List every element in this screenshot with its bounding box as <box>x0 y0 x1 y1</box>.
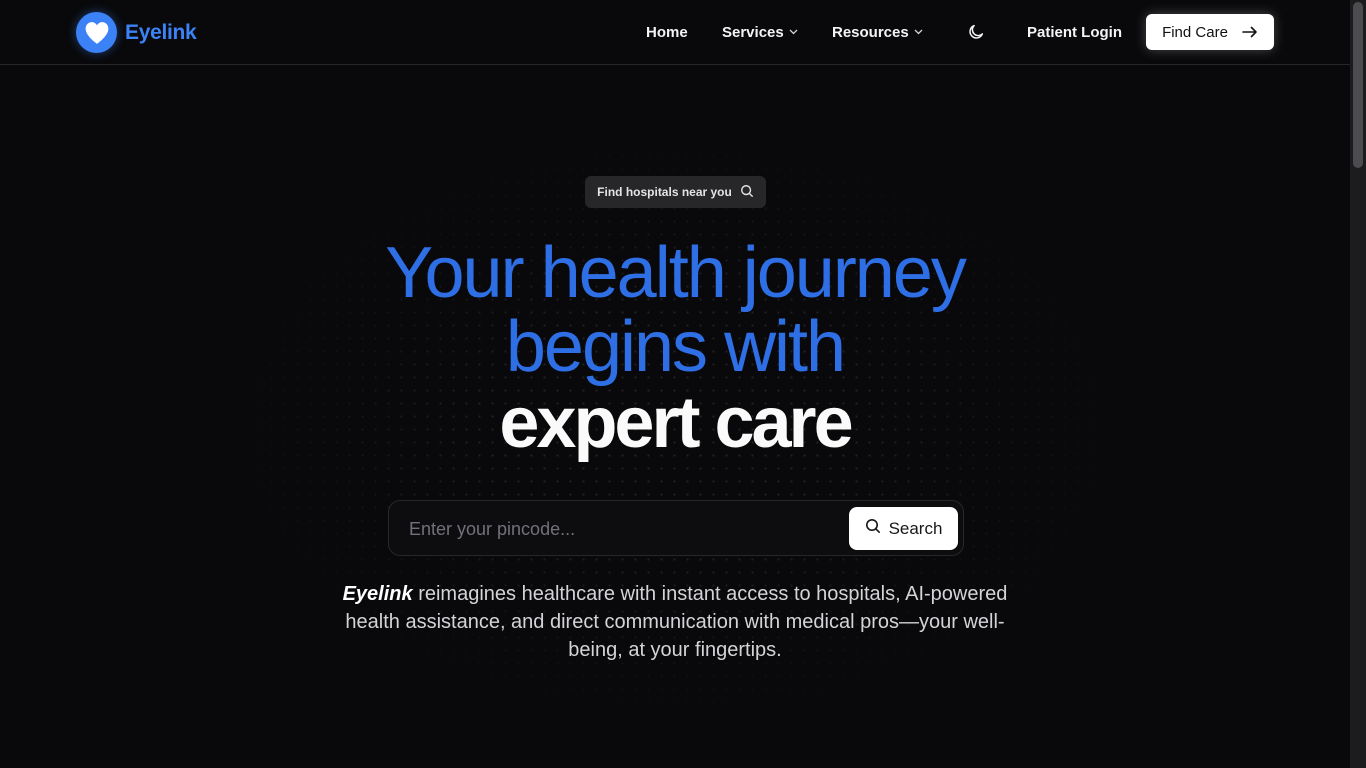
patient-login-link[interactable]: Patient Login <box>1027 0 1122 64</box>
headline-line-1: Your health journey <box>385 233 967 313</box>
scrollbar-thumb[interactable] <box>1353 2 1363 168</box>
moon-icon[interactable] <box>967 23 985 41</box>
heart-icon <box>76 12 117 53</box>
site-header: Eyelink Home Services Resources Patient … <box>0 0 1350 65</box>
nav-services-label: Services <box>722 23 784 41</box>
headline-line-3: expert care <box>499 383 853 463</box>
hero-headline: Your health journey begins with expert c… <box>0 236 1350 460</box>
tagline-text: reimagines healthcare with instant acces… <box>345 583 1008 661</box>
page: Eyelink Home Services Resources Patient … <box>0 0 1366 768</box>
search-button-label: Search <box>888 518 943 538</box>
patient-login-label: Patient Login <box>1027 23 1122 41</box>
page-scrollbar[interactable] <box>1350 0 1366 768</box>
chevron-down-icon <box>789 27 798 37</box>
nav-resources[interactable]: Resources <box>832 0 923 64</box>
search-icon <box>740 184 754 201</box>
hero-tagline: Eyelink reimagines healthcare with insta… <box>330 580 1020 664</box>
find-care-label: Find Care <box>1162 23 1228 41</box>
nav-services-wrap: Services <box>722 24 798 41</box>
brand-name: Eyelink <box>125 20 197 44</box>
chevron-down-icon <box>914 27 923 37</box>
search-icon <box>865 518 881 539</box>
find-hospitals-pill[interactable]: Find hospitals near you <box>585 176 766 208</box>
search-button[interactable]: Search <box>849 507 958 550</box>
nav-resources-wrap: Resources <box>832 24 923 41</box>
headline-line-2: begins with <box>505 307 846 387</box>
arrow-right-icon <box>1242 23 1258 41</box>
nav-services[interactable]: Services <box>722 0 798 64</box>
viewport: Eyelink Home Services Resources Patient … <box>0 0 1350 768</box>
pincode-search-bar: Search <box>388 500 964 556</box>
brand-logo[interactable]: Eyelink <box>76 12 197 53</box>
nav-home[interactable]: Home <box>646 0 688 64</box>
find-care-button[interactable]: Find Care <box>1146 14 1274 50</box>
pincode-input[interactable] <box>409 515 839 543</box>
find-hospitals-label: Find hospitals near you <box>597 185 732 199</box>
tagline-brand: Eyelink <box>342 583 413 605</box>
nav-home-label: Home <box>646 23 688 41</box>
nav-resources-label: Resources <box>832 23 909 41</box>
